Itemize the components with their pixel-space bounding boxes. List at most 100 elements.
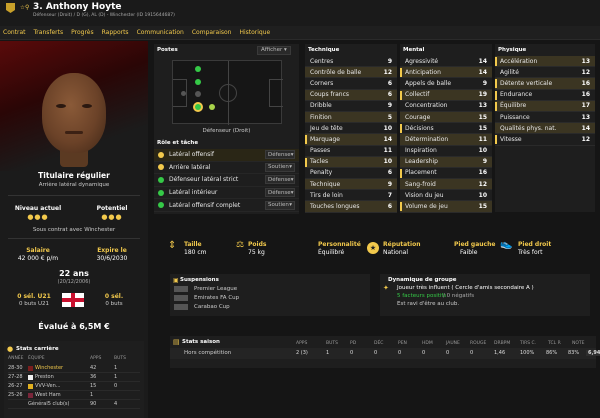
attribute-row[interactable]: Marquage 14 (305, 134, 397, 146)
attribute-value: 11 (478, 135, 487, 143)
player-age: 22 ans (59, 269, 89, 278)
role-row[interactable]: Latéral intérieur Défense ▾ (154, 187, 299, 200)
attribute-row[interactable]: Qualités phys. nat. 14 (495, 123, 595, 135)
attribute-row[interactable]: Vitesse 12 (495, 134, 595, 146)
show-dropdown-label: Afficher (261, 47, 283, 53)
weight-value: 75 kg (248, 249, 265, 256)
suspensions-title[interactable]: Suspensions (180, 277, 219, 283)
attribute-value: 6 (387, 79, 392, 87)
club-crest-icon (28, 374, 33, 380)
personality-value: Équilibré (318, 249, 345, 256)
attribute-row[interactable]: Anticipation 14 (400, 67, 492, 79)
role-task-dropdown[interactable]: Défense ▾ (265, 175, 295, 185)
career-row[interactable]: 28-30 Winchester 42 1 (8, 364, 140, 373)
role-task-label: Défense (268, 151, 291, 158)
attribute-row[interactable]: Sang-froid 12 (400, 179, 492, 191)
career-goals: 0 (114, 383, 118, 389)
attribute-row[interactable]: Décisions 15 (400, 123, 492, 135)
attribute-row[interactable]: Technique 9 (305, 179, 397, 191)
career-row[interactable]: 26-27 VVV-Ven... 15 0 (8, 382, 140, 391)
current-ability-stars: ●●● (27, 213, 49, 221)
attribute-value: 15 (478, 113, 487, 121)
attribute-row[interactable]: Agressivité 14 (400, 56, 492, 68)
attribute-row[interactable]: Collectif 19 (400, 89, 492, 101)
attribute-row[interactable]: Coups francs 6 (305, 89, 397, 101)
positive-factors[interactable]: 5 facteurs positifs (397, 293, 446, 299)
position-label: Défenseur (Droit) (202, 128, 251, 134)
attribute-name: Dribble (310, 102, 332, 110)
role-name: Latéral offensif complet (169, 201, 241, 209)
attribute-row[interactable]: Touches longues 6 (305, 201, 397, 213)
nav-rapports[interactable]: Rapports (99, 26, 134, 39)
nav-progres[interactable]: Progrès (68, 26, 98, 39)
attribute-row[interactable]: Inspiration 10 (400, 146, 492, 157)
dynamics-panel: Dynamique de groupe ✦ Joueur très influe… (380, 274, 590, 316)
search-icon[interactable]: ⚲ (25, 4, 29, 11)
attribute-name: Passes (310, 147, 331, 155)
attribute-row[interactable]: Détermination 11 (400, 134, 492, 146)
season-stats-title[interactable]: Stats saison (182, 339, 220, 345)
attribute-row[interactable]: Placement 16 (400, 168, 492, 180)
dynamics-title[interactable]: Dynamique de groupe (388, 277, 456, 283)
contract-status: Sous contrat avec Winchester (32, 227, 116, 233)
attribute-row[interactable]: Appels de balle 9 (400, 78, 492, 90)
role-row[interactable]: Défenseur latéral strict Défense ▾ (154, 174, 299, 187)
nav-contrat[interactable]: Contrat (0, 26, 31, 39)
attribute-value: 12 (581, 135, 590, 143)
attribute-row[interactable]: Volume de jeu 15 (400, 201, 492, 213)
nav-transferts[interactable]: Transferts (31, 26, 69, 39)
role-row[interactable]: Latéral offensif complet Soutien ▾ (154, 199, 299, 212)
career-year: 26-27 (8, 383, 23, 389)
show-dropdown[interactable]: Afficher ▾ (257, 46, 291, 55)
attribute-row[interactable]: Dribble 9 (305, 101, 397, 112)
negative-factors: / 0 négatifs (443, 293, 475, 299)
attribute-row[interactable]: Contrôle de balle 12 (305, 67, 397, 79)
attribute-row[interactable]: Corners 6 (305, 78, 397, 90)
nav-comparaison[interactable]: Comparaison (189, 26, 237, 39)
attribute-row[interactable]: Centres 9 (305, 56, 397, 68)
role-task-dropdown[interactable]: Soutien ▾ (265, 162, 295, 172)
col-annee: ANNÉE (8, 356, 24, 361)
nav-historique[interactable]: Historique (236, 26, 275, 39)
height-value: 180 cm (184, 249, 207, 256)
attribute-name: Accélération (500, 57, 538, 65)
attribute-row[interactable]: Puissance 13 (495, 112, 595, 124)
attribute-row[interactable]: Agilité 12 (495, 67, 595, 79)
career-apps: 90 (90, 401, 97, 407)
career-stats-title[interactable]: Stats carrière (16, 346, 59, 352)
season-col-header: DÉC (374, 341, 384, 346)
attribute-row[interactable]: Détente verticale 16 (495, 78, 595, 90)
career-row[interactable]: 27-28 Preston 36 1 (8, 373, 140, 382)
attribute-row[interactable]: Accélération 13 (495, 56, 595, 68)
career-goals: 1 (114, 374, 118, 380)
attribute-row[interactable]: Tirs de loin 7 (305, 190, 397, 202)
player-portrait (38, 71, 110, 167)
role-task-dropdown[interactable]: Défense ▾ (265, 150, 295, 160)
attribute-name: Leadership (405, 158, 438, 166)
attribute-row[interactable]: Jeu de tête 10 (305, 123, 397, 135)
attribute-row[interactable]: Finition 5 (305, 111, 397, 124)
career-row[interactable]: Général5 club(s) 90 4 (8, 400, 140, 409)
attribute-row[interactable]: Équilibre 17 (495, 100, 595, 112)
role-task-dropdown[interactable]: Soutien ▾ (265, 200, 295, 210)
role-task-dropdown[interactable]: Défense ▾ (265, 188, 295, 198)
career-row[interactable]: 25-26 West Ham 1 (8, 391, 140, 400)
attribute-row[interactable]: Tacles 10 (305, 156, 397, 168)
chevron-down-icon: ▾ (290, 176, 294, 183)
attribute-row[interactable]: Leadership 9 (400, 156, 492, 168)
attribute-value: 6 (387, 91, 392, 99)
attribute-row[interactable]: Passes 11 (305, 146, 397, 157)
role-row[interactable]: Arrière latéral Soutien ▾ (154, 162, 299, 175)
physique-panel: Physique Accélération 13 Agilité 12 Détente … (495, 44, 595, 212)
nav-communication[interactable]: Communication (134, 26, 189, 39)
england-flag-icon (62, 293, 84, 307)
attribute-row[interactable]: Endurance 16 (495, 90, 595, 101)
reputation-icon: ★ (367, 242, 379, 254)
attribute-row[interactable]: Vision du jeu 10 (400, 190, 492, 202)
attribute-row[interactable]: Concentration 13 (400, 101, 492, 112)
player-status: Titulaire régulier (38, 171, 110, 180)
expires-label: Expire le (97, 247, 127, 254)
attribute-row[interactable]: Penalty 6 (305, 168, 397, 180)
attribute-row[interactable]: Courage 15 (400, 111, 492, 124)
role-row[interactable]: Latéral offensif Défense ▾ (154, 149, 299, 162)
